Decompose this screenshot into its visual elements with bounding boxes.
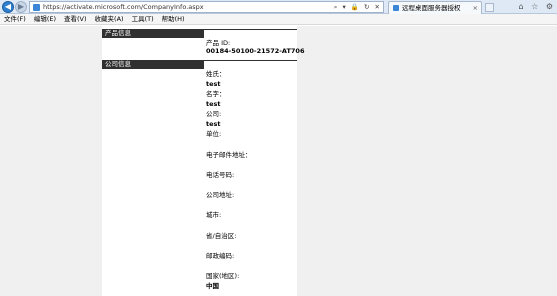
back-button[interactable]: ◀ — [2, 1, 14, 13]
tab-title: 远程桌面服务器授权 — [402, 4, 461, 12]
city-label: 城市: — [206, 211, 222, 219]
arrow-right-icon: ▶ — [17, 2, 25, 11]
search-icon[interactable]: ⌕ — [334, 3, 338, 11]
last-name-value: test — [206, 80, 221, 88]
company-value: test — [206, 120, 221, 128]
tab-page-icon — [393, 5, 399, 11]
dropdown-icon[interactable]: ▾ — [343, 3, 346, 11]
section-header-product: 产品信息 — [102, 29, 204, 38]
first-name-label: 名字： — [206, 90, 226, 98]
country-value: 中国 — [206, 282, 219, 290]
address-bar-actions: ⌕ ▾ 🔒 ↻ ✕ — [331, 2, 380, 13]
product-id-value: 00184-50100-21572-AT706 — [206, 47, 305, 55]
company-label: 公司: — [206, 110, 222, 118]
address-label: 公司地址: — [206, 191, 235, 199]
org-label: 单位: — [206, 130, 222, 138]
menu-view[interactable]: 查看(V) — [60, 14, 91, 24]
menu-help[interactable]: 帮助(H) — [158, 14, 189, 24]
section-rule — [204, 29, 297, 30]
tab-close-icon[interactable]: × — [473, 2, 478, 14]
menu-file[interactable]: 文件(F) — [0, 14, 30, 24]
first-name-value: test — [206, 100, 221, 108]
favorites-star-icon[interactable]: ☆ — [531, 2, 538, 11]
url-text[interactable]: https://activate.microsoft.com/CompanyIn… — [43, 2, 204, 13]
forward-button[interactable]: ▶ — [15, 1, 27, 13]
home-icon[interactable]: ⌂ — [518, 2, 523, 11]
address-bar[interactable]: https://activate.microsoft.com/CompanyIn… — [29, 1, 384, 13]
email-label: 电子邮件地址： — [206, 151, 252, 159]
new-tab-button[interactable] — [485, 3, 494, 12]
zip-label: 邮政编码: — [206, 252, 235, 260]
menu-bar: 文件(F) 编辑(E) 查看(V) 收藏夹(A) 工具(T) 帮助(H) — [0, 14, 557, 25]
menu-edit[interactable]: 编辑(E) — [30, 14, 60, 24]
menu-favorites[interactable]: 收藏夹(A) — [91, 14, 128, 24]
left-margin — [0, 26, 102, 296]
country-label: 国家(地区): — [206, 272, 240, 280]
stop-icon[interactable]: ✕ — [375, 3, 380, 11]
page-icon — [33, 4, 40, 11]
last-name-label: 姓氏： — [206, 70, 226, 78]
section-rule — [204, 60, 297, 61]
browser-toolbar-icons: ⌂ ☆ ⚙ — [513, 0, 553, 14]
right-margin — [297, 26, 557, 296]
state-label: 省/自治区: — [206, 232, 237, 240]
tab-active[interactable]: 远程桌面服务器授权 × — [388, 1, 482, 14]
arrow-left-icon: ◀ — [4, 2, 12, 11]
gear-icon[interactable]: ⚙ — [546, 2, 553, 11]
browser-titlebar: ◀ ▶ https://activate.microsoft.com/Compa… — [0, 0, 557, 14]
menu-tools[interactable]: 工具(T) — [128, 14, 158, 24]
section-header-company: 公司信息 — [102, 60, 204, 69]
lock-icon[interactable]: 🔒 — [351, 3, 359, 11]
page-content: 产品信息 产品 ID: 00184-50100-21572-AT706 公司信息… — [0, 26, 557, 296]
refresh-icon[interactable]: ↻ — [364, 3, 369, 11]
phone-label: 电话号码: — [206, 171, 235, 179]
